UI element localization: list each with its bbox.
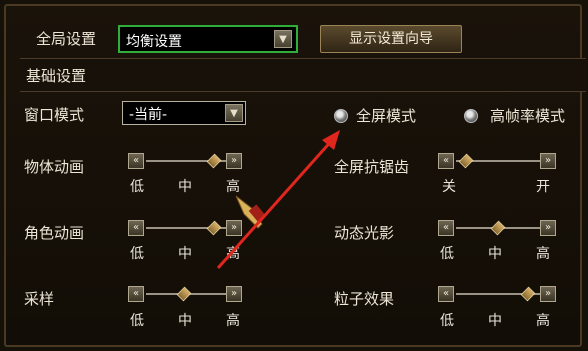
slider-fullscreen-antialiasing[interactable]: « »	[438, 153, 556, 173]
slider-character-animation[interactable]: « »	[128, 220, 242, 240]
tick-high: 高	[536, 313, 550, 329]
chevron-down-icon[interactable]: ▼	[225, 104, 243, 122]
decrease-icon[interactable]: «	[438, 220, 454, 236]
increase-icon[interactable]: »	[540, 220, 556, 236]
increase-icon[interactable]: »	[226, 153, 242, 169]
slider-knob[interactable]	[206, 153, 222, 169]
tick-on: 开	[536, 179, 550, 195]
slider-label-object-animation: 物体动画	[24, 158, 85, 176]
tick-high: 高	[536, 246, 550, 262]
tick-mid: 中	[488, 246, 502, 262]
chevron-down-icon[interactable]: ▼	[274, 30, 292, 48]
window-mode-select[interactable]: -当前- ▼	[122, 101, 246, 125]
tick-mid: 中	[178, 179, 192, 195]
slider-label-dynamic-lighting: 动态光影	[334, 224, 395, 242]
slider-particle-effects[interactable]: « »	[438, 286, 556, 306]
basic-settings-section: 基础设置	[20, 58, 586, 92]
slider-knob[interactable]	[176, 286, 192, 302]
decrease-icon[interactable]: «	[128, 153, 144, 169]
tick-low: 低	[440, 246, 454, 262]
radio-fullscreen-label: 全屏模式	[356, 107, 417, 125]
tick-off: 关	[442, 179, 456, 195]
slider-object-animation[interactable]: « »	[128, 153, 242, 173]
decrease-icon[interactable]: «	[128, 220, 144, 236]
radio-high-fps[interactable]	[464, 109, 478, 123]
slider-knob[interactable]	[206, 220, 222, 236]
tick-low: 低	[440, 313, 454, 329]
decrease-icon[interactable]: «	[438, 286, 454, 302]
radio-fullscreen[interactable]	[334, 109, 348, 123]
slider-knob[interactable]	[490, 220, 506, 236]
tick-low: 低	[130, 179, 144, 195]
tick-mid: 中	[178, 313, 192, 329]
slider-knob[interactable]	[458, 153, 474, 169]
global-settings-label: 全局设置	[36, 30, 97, 48]
global-settings-value: 均衡设置	[126, 34, 182, 50]
tick-mid: 中	[178, 246, 192, 262]
slider-label-sampling: 采样	[24, 290, 55, 308]
slider-dynamic-lighting[interactable]: « »	[438, 220, 556, 240]
global-settings-select[interactable]: 均衡设置 ▼	[118, 25, 298, 53]
tick-mid: 中	[488, 313, 502, 329]
window-mode-value: -当前-	[129, 107, 168, 123]
decrease-icon[interactable]: «	[438, 153, 454, 169]
section-title: 基础设置	[26, 67, 87, 85]
increase-icon[interactable]: »	[540, 286, 556, 302]
tick-low: 低	[130, 246, 144, 262]
radio-high-fps-label: 高帧率模式	[490, 107, 566, 125]
show-settings-wizard-button[interactable]: 显示设置向导	[320, 25, 462, 53]
decrease-icon[interactable]: «	[128, 286, 144, 302]
tick-high: 高	[226, 313, 240, 329]
tick-low: 低	[130, 313, 144, 329]
slider-label-fullscreen-antialiasing: 全屏抗锯齿	[334, 158, 410, 176]
slider-label-character-animation: 角色动画	[24, 224, 85, 242]
increase-icon[interactable]: »	[226, 220, 242, 236]
slider-sampling[interactable]: « »	[128, 286, 242, 306]
window-mode-label: 窗口模式	[24, 106, 85, 124]
tick-high: 高	[226, 179, 240, 195]
slider-label-particle-effects: 粒子效果	[334, 290, 395, 308]
increase-icon[interactable]: »	[540, 153, 556, 169]
slider-knob[interactable]	[520, 286, 536, 302]
tick-high: 高	[226, 246, 240, 262]
increase-icon[interactable]: »	[226, 286, 242, 302]
